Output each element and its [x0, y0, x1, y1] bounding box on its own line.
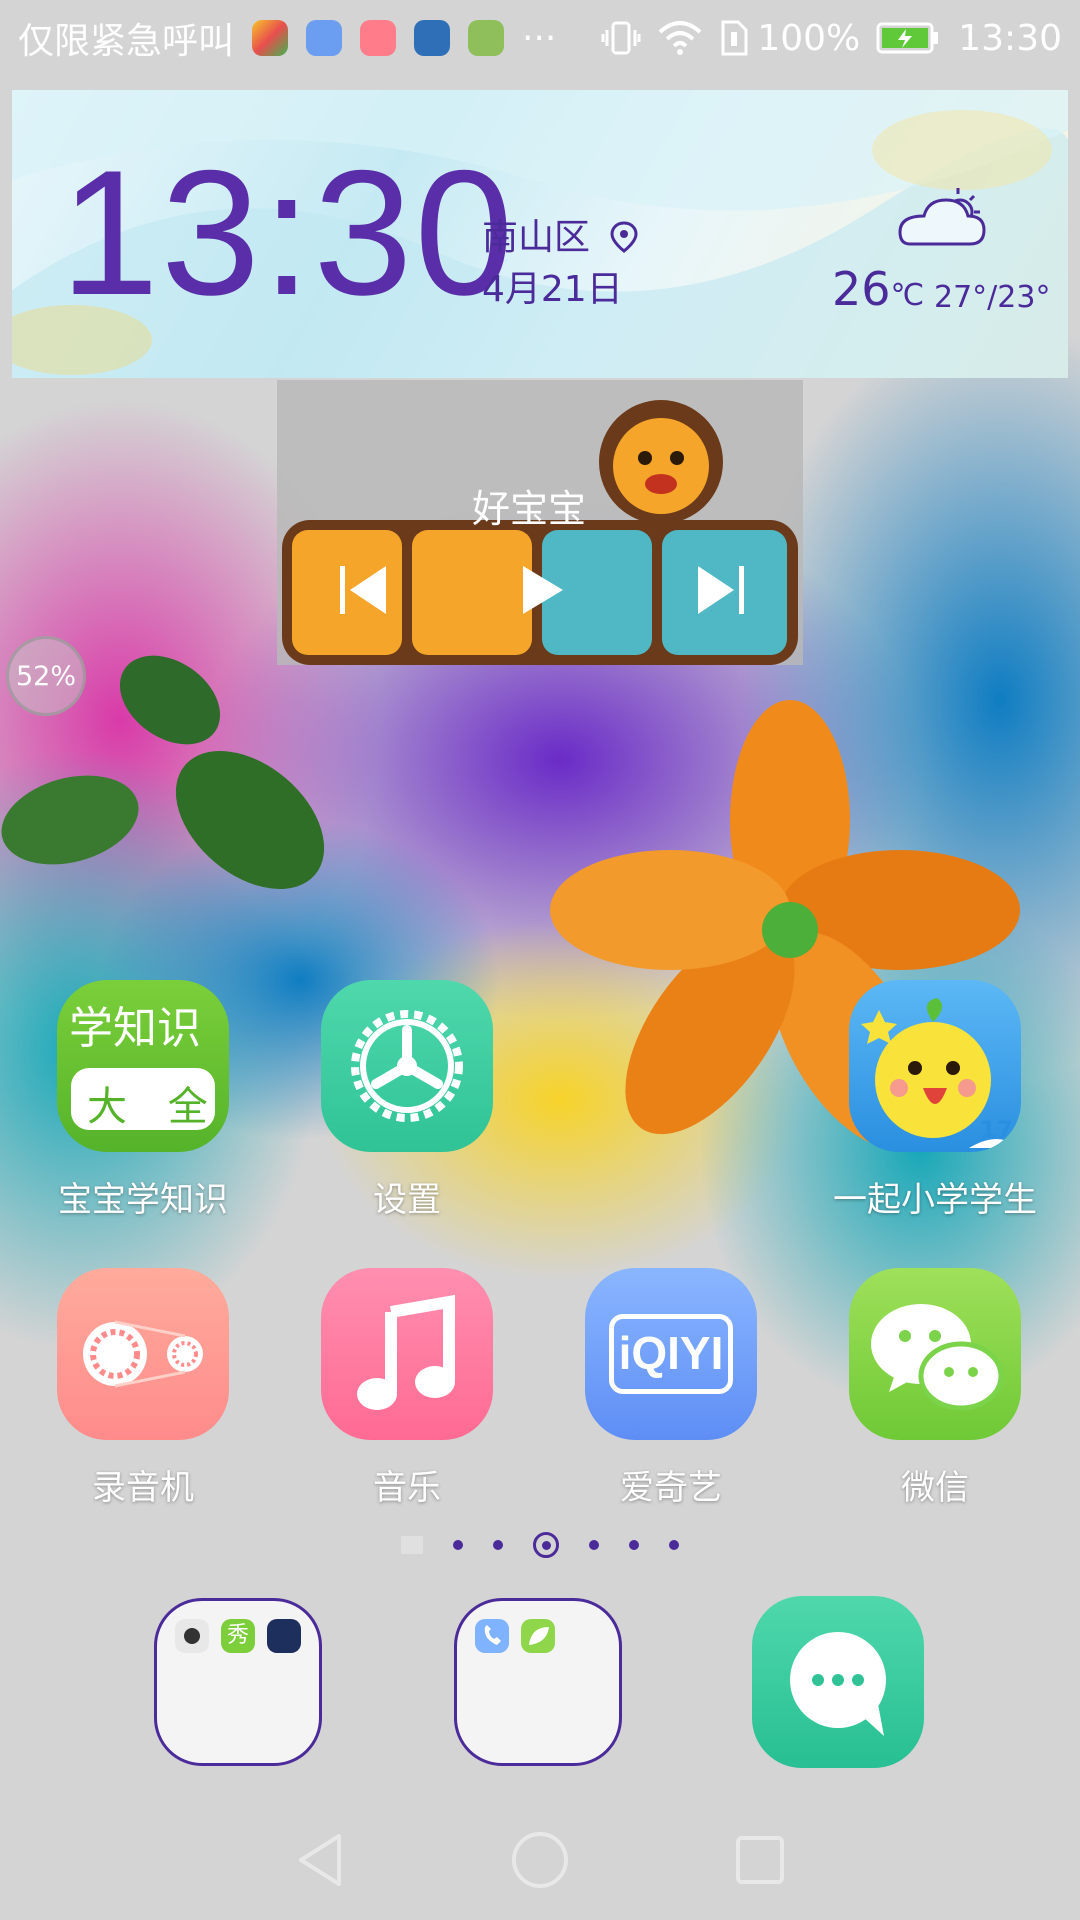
- carrier-text: 仅限紧急呼叫: [18, 21, 235, 62]
- xiu-mini-icon: 秀: [221, 1619, 255, 1653]
- app-label: 一起小学学生: [833, 1180, 1037, 1220]
- temperature-value: 26: [832, 262, 891, 316]
- tape-reel-icon: [83, 1320, 203, 1388]
- app-wechat[interactable]: 微信: [810, 1268, 1060, 1509]
- cloudy-sun-icon: [898, 188, 986, 246]
- usb-icon: [414, 20, 451, 56]
- home-circle-icon: [512, 1832, 568, 1888]
- previous-icon: [340, 566, 386, 614]
- play-icon: [523, 566, 563, 614]
- app-store-icon: [252, 20, 289, 56]
- recorder-app-icon: [57, 1268, 229, 1440]
- battery-charging-icon: [876, 21, 940, 55]
- app-label: 音乐: [373, 1468, 441, 1508]
- app-iqiyi[interactable]: iQIYI 爱奇艺: [546, 1268, 796, 1509]
- app-badge-text: 17: [979, 1116, 1013, 1144]
- temperature-range: 27°/23°: [934, 280, 1051, 315]
- message-bubble-icon: [790, 1632, 886, 1736]
- music-app-icon: [321, 1268, 493, 1440]
- app-settings[interactable]: 设置: [282, 980, 532, 1221]
- more-notifications-icon: ···: [522, 17, 557, 59]
- page-dot-current[interactable]: [533, 1532, 559, 1558]
- location-app-icon: [306, 20, 343, 56]
- status-time: 13:30: [958, 17, 1062, 59]
- icon-text-bottom: 大 全: [87, 1084, 222, 1130]
- iqiyi-logo-text: iQIYI: [618, 1327, 724, 1379]
- heart-app-icon: [360, 20, 397, 56]
- current-temperature: 26℃: [832, 262, 924, 316]
- song-title: 好宝宝: [472, 487, 587, 531]
- battery-percent: 100%: [757, 17, 861, 59]
- app-music[interactable]: 音乐: [282, 1268, 532, 1509]
- app-label: 爱奇艺: [620, 1468, 722, 1508]
- camera-mini-icon: [175, 1619, 209, 1653]
- recents-button[interactable]: [725, 1825, 795, 1895]
- messages-app-icon[interactable]: [752, 1596, 924, 1768]
- music-controls: [327, 550, 757, 630]
- page-dot[interactable]: [629, 1540, 639, 1550]
- app-label: 微信: [901, 1468, 969, 1508]
- icon-text-top: 学知识: [69, 1003, 201, 1054]
- clock-time[interactable]: 13:30: [60, 130, 515, 335]
- app-baobao-knowledge[interactable]: 学知识 大 全 宝宝学知识: [18, 980, 268, 1221]
- app-label: 设置: [373, 1180, 441, 1220]
- date-text: 4月21日: [482, 269, 623, 310]
- wifi-icon: [657, 20, 703, 56]
- previous-button[interactable]: [327, 554, 399, 626]
- page-indicator: [0, 1530, 1080, 1560]
- memory-cleaner-badge[interactable]: 52%: [6, 636, 86, 716]
- app-label: 录音机: [92, 1468, 194, 1508]
- page-dot[interactable]: [669, 1540, 679, 1550]
- wechat-app-icon: [849, 1268, 1021, 1440]
- iqiyi-app-icon: iQIYI: [585, 1268, 757, 1440]
- music-note-icon: [357, 1294, 455, 1410]
- location-text: 南山区: [482, 217, 591, 258]
- music-widget[interactable]: 好宝宝: [277, 380, 803, 665]
- clock-weather-widget[interactable]: 13:30 南山区 4月21日 26℃ 27°/23°: [12, 90, 1068, 378]
- page-dot[interactable]: [453, 1540, 463, 1550]
- home-page-indicator-icon[interactable]: [401, 1536, 423, 1554]
- sim-card-icon: [719, 20, 749, 56]
- folder-communication[interactable]: [454, 1598, 622, 1766]
- next-icon: [698, 566, 744, 614]
- status-bar: 仅限紧急呼叫 ··· 100% 13:30: [0, 0, 1080, 76]
- next-button[interactable]: [685, 554, 757, 626]
- play-button[interactable]: [506, 554, 578, 626]
- recents-square-icon: [736, 1836, 784, 1884]
- vibrate-icon: [601, 20, 641, 56]
- knowledge-app-icon: 学知识 大 全: [57, 980, 229, 1152]
- app-label: 宝宝学知识: [58, 1180, 228, 1220]
- page-dot[interactable]: [493, 1540, 503, 1550]
- location-label: 南山区: [482, 208, 639, 260]
- back-button[interactable]: [285, 1825, 355, 1895]
- app-17-student[interactable]: 17 一起小学学生: [810, 980, 1060, 1221]
- navigation-bar: [0, 1800, 1080, 1920]
- kids-app-icon: [468, 20, 505, 56]
- temperature-unit: ℃: [890, 278, 925, 313]
- app-recorder[interactable]: 录音机: [18, 1268, 268, 1509]
- phone-mini-icon: [475, 1619, 509, 1653]
- folder-media[interactable]: 秀: [154, 1598, 322, 1766]
- deer-mini-icon: [267, 1619, 301, 1653]
- settings-app-icon: [321, 980, 493, 1152]
- home-button[interactable]: [505, 1825, 575, 1895]
- leaf-mini-icon: [521, 1619, 555, 1653]
- location-pin-icon: [610, 221, 638, 253]
- back-triangle-icon: [299, 1834, 341, 1886]
- chat-bubbles-icon: [871, 1304, 1004, 1411]
- 17-student-app-icon: 17: [849, 980, 1021, 1152]
- gear-icon: [351, 1010, 463, 1122]
- page-dot[interactable]: [589, 1540, 599, 1550]
